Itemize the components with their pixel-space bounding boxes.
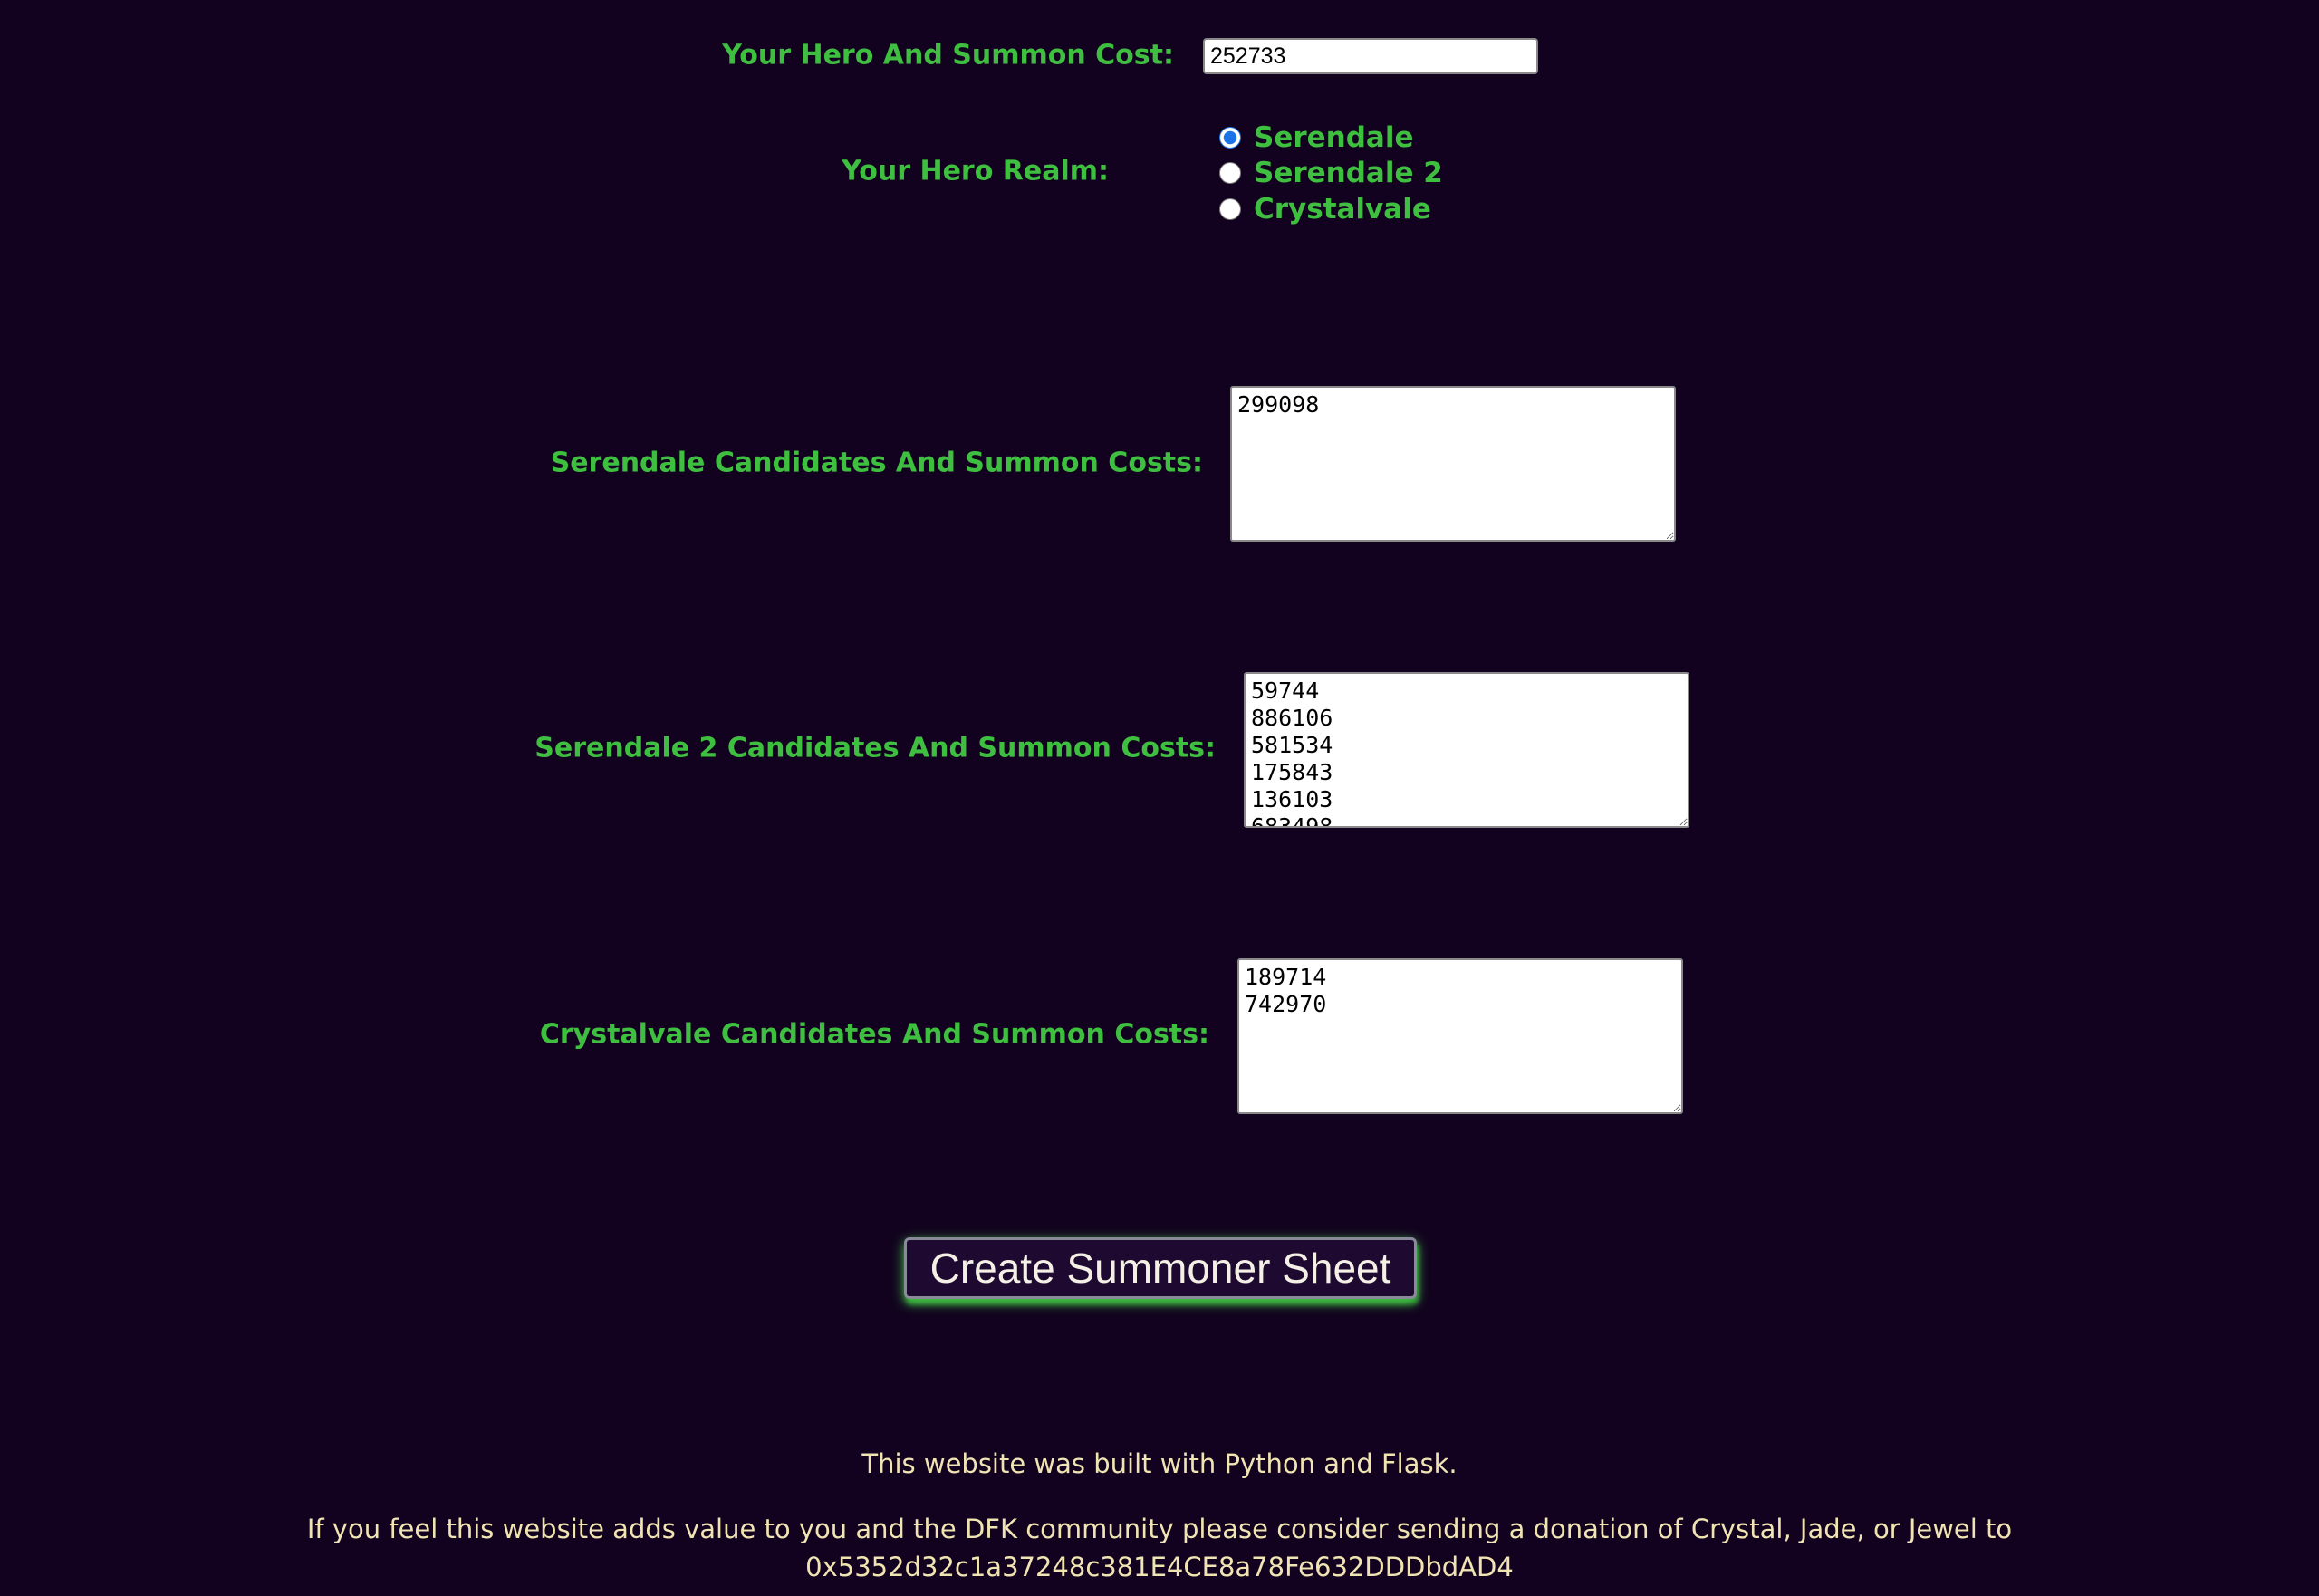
realm-option-label: Crystalvale	[1254, 193, 1431, 226]
crystalvale-candidates-textarea[interactable]	[1237, 958, 1683, 1114]
create-summoner-sheet-button[interactable]: Create Summoner Sheet	[904, 1237, 1417, 1299]
hero-cost-label: Your Hero And Summon Cost:	[722, 39, 1174, 72]
serendale-candidates-textarea[interactable]	[1230, 386, 1676, 542]
hero-realm-label: Your Hero Realm:	[842, 155, 1109, 187]
serendale-2-candidates-label: Serendale 2 Candidates And Summon Costs:	[534, 732, 1216, 764]
realm-option-label: Serendale 2	[1254, 157, 1443, 189]
realm-radio-serendale[interactable]	[1219, 127, 1241, 149]
realm-option-serendale-2[interactable]: Serendale 2	[1219, 157, 1443, 189]
realm-radio-crystalvale[interactable]	[1219, 198, 1241, 220]
serendale-candidates-label: Serendale Candidates And Summon Costs:	[550, 447, 1203, 479]
serendale-2-candidates-textarea[interactable]	[1244, 672, 1689, 828]
built-with-text: This website was built with Python and F…	[861, 1448, 1458, 1479]
crystalvale-candidates-label: Crystalvale Candidates And Summon Costs:	[539, 1018, 1209, 1051]
hero-cost-input[interactable]	[1203, 38, 1538, 74]
realm-radio-serendale-2[interactable]	[1219, 162, 1241, 184]
realm-option-crystalvale[interactable]: Crystalvale	[1219, 193, 1431, 226]
donation-address: 0x5352d32c1a37248c381E4CE8a78Fe632DDDbdA…	[805, 1552, 1514, 1582]
realm-option-label: Serendale	[1254, 121, 1414, 154]
realm-option-serendale[interactable]: Serendale	[1219, 121, 1414, 154]
donation-text: If you feel this website adds value to y…	[306, 1514, 2013, 1544]
